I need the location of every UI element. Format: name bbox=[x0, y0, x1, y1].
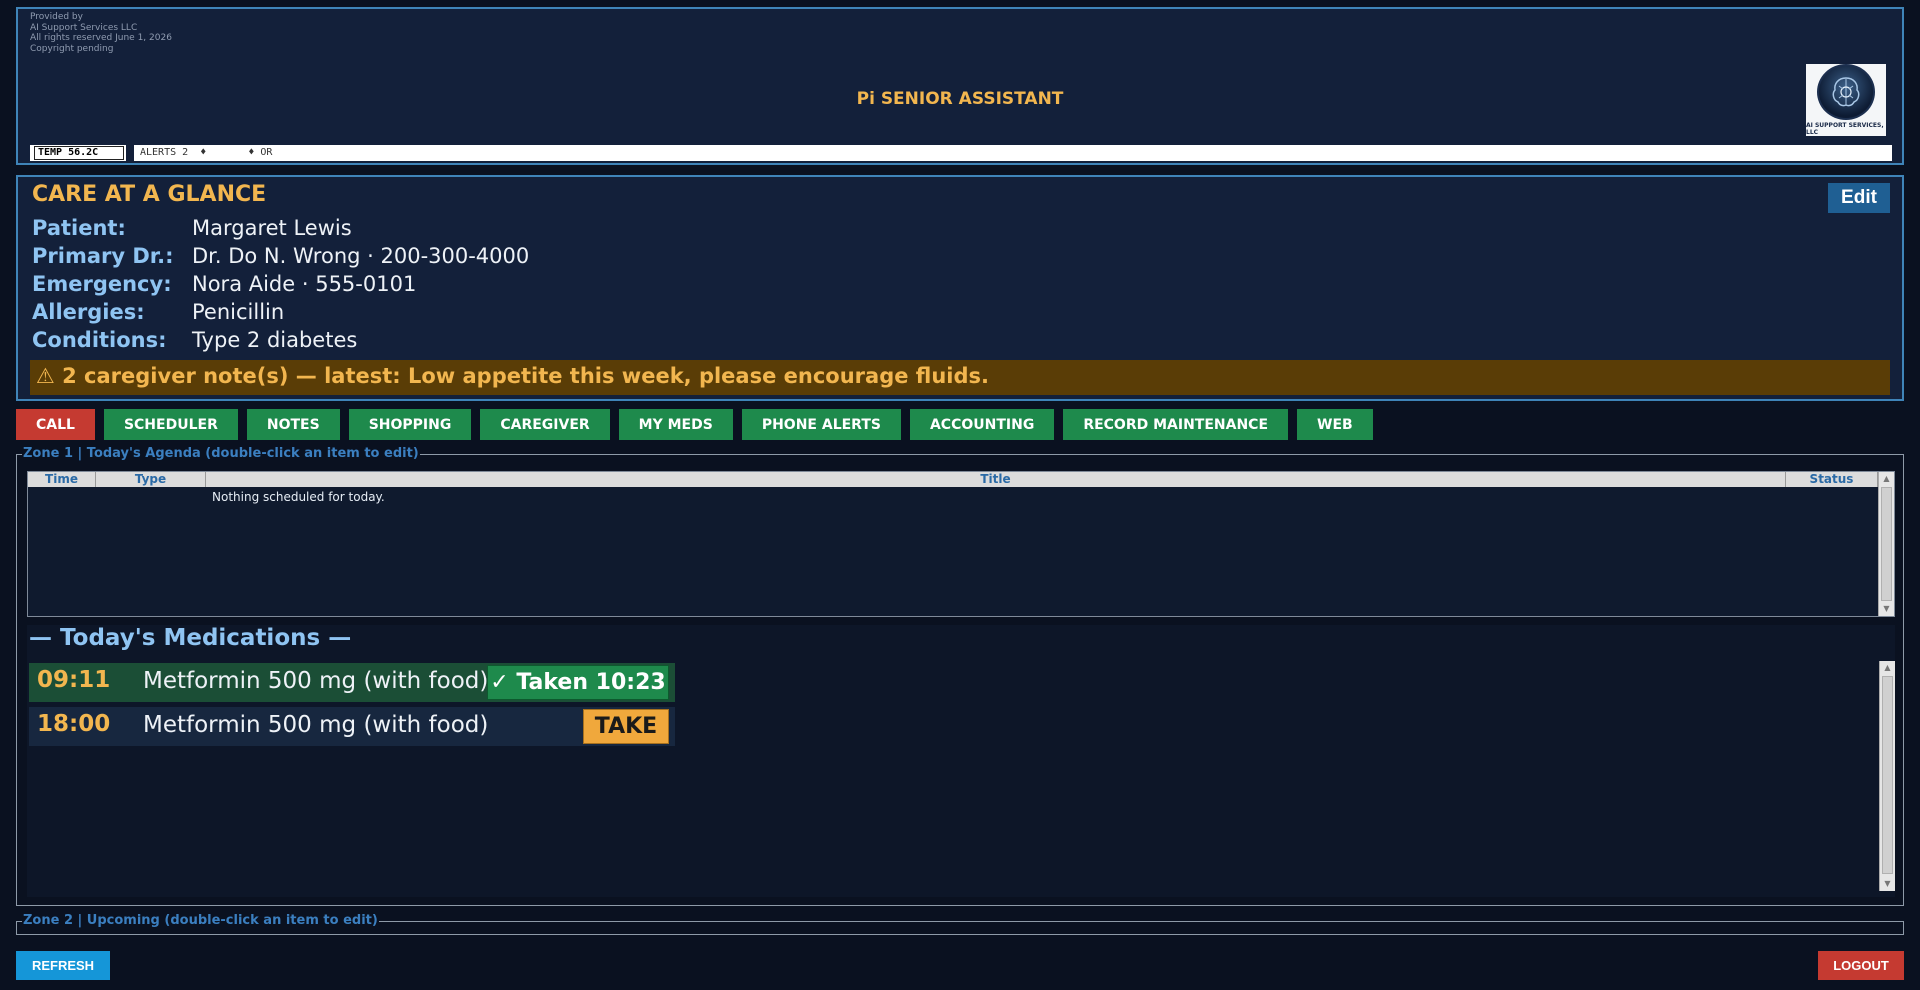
provided-line: Copyright pending bbox=[30, 43, 114, 54]
status-ticker: TEMP 56.2C ALERTS 2 ♦ ♦ OR bbox=[30, 145, 1892, 161]
column-header-title[interactable]: Title bbox=[206, 472, 1786, 487]
scroll-up-icon[interactable]: ▲ bbox=[1880, 661, 1895, 675]
scroll-up-icon[interactable]: ▲ bbox=[1879, 472, 1894, 486]
scheduler-button[interactable]: SCHEDULER bbox=[103, 409, 238, 440]
medication-row: 09:11 Metformin 500 mg (with food) ✓ Tak… bbox=[29, 663, 675, 702]
logo-text: AI SUPPORT SERVICES, LLC bbox=[1806, 122, 1884, 136]
provided-by-text: Provided by AI Support Services LLC All … bbox=[30, 12, 172, 54]
care-label: Allergies: bbox=[32, 300, 145, 324]
scroll-down-icon[interactable]: ▼ bbox=[1880, 877, 1895, 891]
zone2-upcoming-group: Zone 2 | Upcoming (double-click an item … bbox=[16, 913, 1904, 935]
care-at-a-glance-panel: CARE AT A GLANCE Edit Patient: Margaret … bbox=[16, 175, 1904, 401]
medications-scrollbar[interactable]: ▲ ▼ bbox=[1879, 661, 1895, 891]
care-value: Margaret Lewis bbox=[192, 216, 352, 240]
agenda-scrollbar[interactable]: ▲ ▼ bbox=[1878, 472, 1894, 616]
caregiver-button[interactable]: CAREGIVER bbox=[480, 409, 610, 440]
medication-time: 18:00 bbox=[37, 711, 111, 737]
alerts-ticker-text: ALERTS 2 ♦ ♦ OR bbox=[140, 147, 273, 158]
shopping-button[interactable]: SHOPPING bbox=[348, 409, 472, 440]
care-value: Type 2 diabetes bbox=[192, 328, 358, 352]
refresh-button[interactable]: REFRESH bbox=[16, 951, 110, 980]
care-title: CARE AT A GLANCE bbox=[32, 182, 267, 207]
medication-name: Metformin 500 mg (with food) bbox=[143, 712, 489, 738]
header-panel: Provided by AI Support Services LLC All … bbox=[16, 7, 1904, 165]
temperature-readout: TEMP 56.2C bbox=[34, 146, 124, 160]
care-value: Dr. Do N. Wrong · 200-300-4000 bbox=[192, 244, 530, 268]
care-label: Conditions: bbox=[32, 328, 167, 352]
brain-icon bbox=[1817, 64, 1875, 120]
take-button[interactable]: TAKE bbox=[583, 709, 669, 744]
scroll-thumb[interactable] bbox=[1882, 676, 1893, 874]
column-header-type[interactable]: Type bbox=[96, 472, 206, 487]
column-header-status[interactable]: Status bbox=[1786, 472, 1878, 487]
web-button[interactable]: WEB bbox=[1297, 409, 1373, 440]
medications-title: — Today's Medications — bbox=[29, 625, 352, 651]
zone1-label: Zone 1 | Today's Agenda (double-click an… bbox=[22, 446, 420, 462]
medication-name: Metformin 500 mg (with food) bbox=[143, 668, 489, 694]
provided-line: Provided by bbox=[30, 12, 83, 22]
medication-row: 18:00 Metformin 500 mg (with food) TAKE bbox=[29, 707, 675, 746]
scroll-down-icon[interactable]: ▼ bbox=[1879, 602, 1894, 616]
caregiver-note-banner: ⚠ 2 caregiver note(s) — latest: Low appe… bbox=[30, 360, 1890, 395]
accounting-button[interactable]: ACCOUNTING bbox=[909, 409, 1055, 440]
app-title: Pi SENIOR ASSISTANT bbox=[856, 89, 1064, 109]
agenda-table[interactable]: Time Type Title Status Nothing scheduled… bbox=[27, 471, 1895, 617]
main-nav: CALL SCHEDULER NOTES SHOPPING CAREGIVER … bbox=[16, 409, 1373, 440]
agenda-empty-message: Nothing scheduled for today. bbox=[212, 490, 385, 504]
ticker-divider bbox=[126, 145, 134, 161]
provided-line: AI Support Services LLC bbox=[30, 22, 138, 33]
notes-button[interactable]: NOTES bbox=[246, 409, 340, 440]
logout-button[interactable]: LOGOUT bbox=[1818, 951, 1904, 980]
care-value: Penicillin bbox=[192, 300, 285, 324]
scroll-thumb[interactable] bbox=[1881, 487, 1892, 601]
phone-alerts-button[interactable]: PHONE ALERTS bbox=[741, 409, 901, 440]
zone2-label: Zone 2 | Upcoming (double-click an item … bbox=[22, 913, 379, 929]
medication-time: 09:11 bbox=[37, 667, 111, 693]
my-meds-button[interactable]: MY MEDS bbox=[618, 409, 733, 440]
taken-button[interactable]: ✓ Taken 10:23 bbox=[487, 665, 669, 700]
edit-care-button[interactable]: Edit bbox=[1828, 183, 1890, 213]
company-logo: AI SUPPORT SERVICES, LLC bbox=[1806, 64, 1886, 136]
record-maintenance-button[interactable]: RECORD MAINTENANCE bbox=[1063, 409, 1289, 440]
todays-medications-panel: — Today's Medications — 09:11 Metformin … bbox=[27, 625, 1895, 897]
care-label: Patient: bbox=[32, 216, 126, 240]
care-value: Nora Aide · 555-0101 bbox=[192, 272, 417, 296]
care-label: Primary Dr.: bbox=[32, 244, 174, 268]
column-header-time[interactable]: Time bbox=[28, 472, 96, 487]
provided-line: All rights reserved June 1, 2026 bbox=[30, 33, 172, 43]
call-button[interactable]: CALL bbox=[16, 409, 95, 440]
zone1-agenda-group: Zone 1 | Today's Agenda (double-click an… bbox=[16, 446, 1904, 906]
care-label: Emergency: bbox=[32, 272, 172, 296]
agenda-header-row: Time Type Title Status bbox=[28, 472, 1878, 487]
